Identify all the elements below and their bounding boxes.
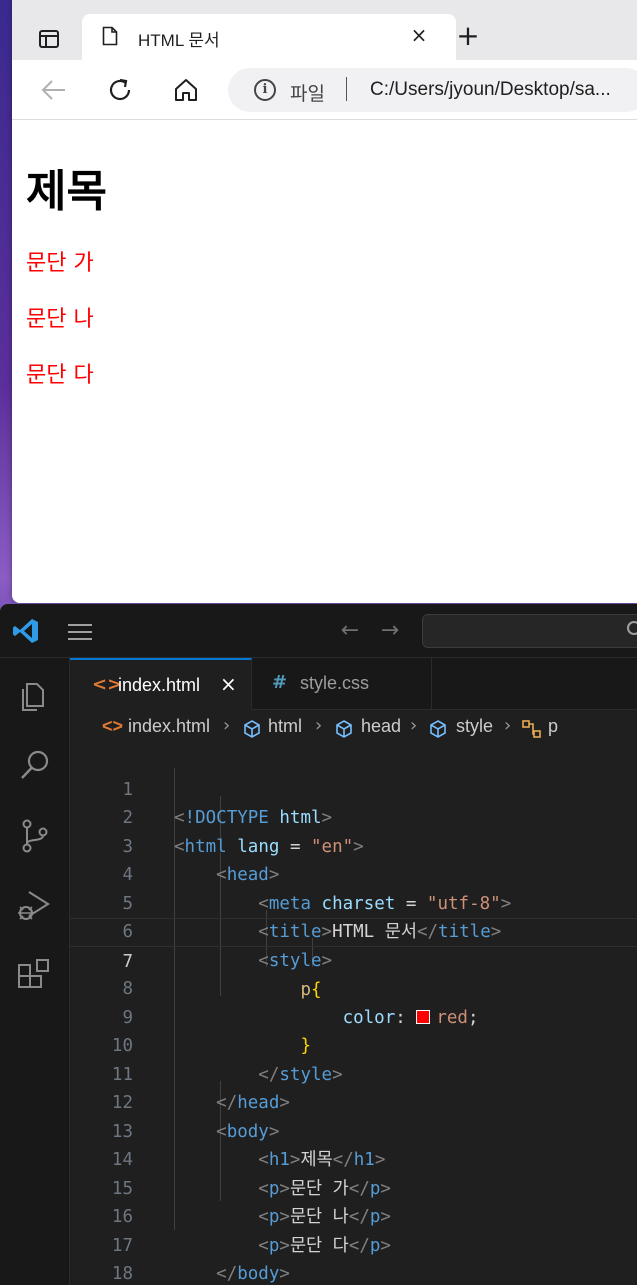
code-line: 16 <p>문단 다</p> [70,1175,637,1256]
browser-toolbar: i 파일 C:/Users/jyoun/Desktop/sa... [12,60,637,120]
home-button[interactable] [170,74,202,106]
css-file-icon: # [272,672,288,693]
page-icon [102,26,118,46]
vscode-window: ← → <> index.html × # style.css <> index… [0,604,637,1285]
browser-tab-active[interactable]: HTML 문서 × [82,14,456,60]
css-rule-icon [522,720,541,738]
code-line-current: 7 p{ [70,918,637,1000]
source-control-icon[interactable] [15,816,55,856]
code-line: 9 } [70,975,637,1057]
element-cube-icon [430,720,446,738]
code-line: 13 <h1>제목</h1> [70,1089,637,1171]
chevron-right-icon: › [223,715,231,736]
chevron-right-icon: › [315,715,323,736]
back-button[interactable] [38,74,70,106]
paragraph-2: 문단 나 [26,307,94,332]
browser-tab-title: HTML 문서 [138,31,220,50]
code-editor[interactable]: 1 <!DOCTYPE html> 2 <html lang = "en"> 3… [70,744,637,1285]
page-viewport: 제목 문단 가 문단 나 문단 다 [12,121,637,603]
explorer-icon[interactable] [15,676,55,716]
back-arrow-icon [41,80,65,100]
code-line: 12 <body> [70,1061,637,1142]
search-view-icon[interactable] [15,746,55,786]
menu-icon[interactable] [68,624,92,640]
close-tab-icon[interactable]: × [408,24,430,46]
close-tab-icon[interactable]: × [220,672,237,696]
code-line: 5 <title>HTML 문서</title> [70,861,637,943]
breadcrumb: <> index.html › html › head › style › p [70,710,637,744]
chevron-right-icon: › [410,715,418,736]
search-icon [627,621,637,635]
browser-tabstrip: HTML 문서 × + [12,0,637,60]
command-center-search[interactable] [422,614,637,648]
code-line: 17 </body> [70,1203,637,1285]
address-url[interactable]: C:/Users/jyoun/Desktop/sa... [370,79,611,101]
nav-forward-icon[interactable]: → [378,620,402,642]
address-separator [346,77,347,101]
code-line: 15 <p>문단 나</p> [70,1146,637,1228]
editor-tabs: <> index.html × # style.css [70,658,637,710]
code-line: 8 color: red; [70,947,637,1028]
vscode-titlebar: ← → [0,604,637,658]
run-debug-icon[interactable] [15,886,55,926]
address-bar[interactable]: i 파일 C:/Users/jyoun/Desktop/sa... [228,68,637,112]
tab-style-css[interactable]: # style.css [252,658,432,710]
line-number: 18 [111,1264,133,1284]
code-line: 14 <p>문단 가</p> [70,1118,637,1199]
extensions-icon[interactable] [15,956,55,996]
home-icon [175,79,197,101]
paragraph-1: 문단 가 [26,251,94,276]
code-token: body [237,1264,280,1284]
tab-label-style-css: style.css [300,673,370,693]
browser-window: HTML 문서 × + i 파일 C:/Users/jyoun/Desktop/ [12,0,637,603]
nav-back-icon[interactable]: ← [338,620,362,642]
vscode-logo-icon [13,619,38,643]
element-cube-icon [244,720,260,738]
tab-actions-icon [39,30,59,48]
breadcrumb-item-head[interactable]: head [361,716,401,737]
code-line: 1 <!DOCTYPE html> [70,747,637,829]
breadcrumb-item-p[interactable]: p [548,716,558,737]
breadcrumb-item-file[interactable]: index.html [128,716,210,737]
tab-label-index-html: index.html [118,675,201,695]
tab-index-html[interactable]: <> index.html × [70,658,252,710]
address-scheme: 파일 [290,83,325,105]
code-line: 6 <style> [70,890,637,971]
chevron-right-icon: › [504,715,512,736]
activity-bar [0,658,70,1285]
html-file-icon: <> [102,716,124,736]
code-line: 4 <meta charset = "utf-8"> [70,833,637,914]
refresh-icon [109,78,131,101]
tab-actions-button[interactable] [30,22,68,56]
breadcrumb-item-style[interactable]: style [456,716,493,737]
code-line: 3 <head> [70,804,637,886]
code-line: 2 <html lang = "en"> [70,776,637,857]
refresh-button[interactable] [104,74,136,106]
breadcrumb-item-html[interactable]: html [268,716,302,737]
info-icon[interactable]: i [254,79,276,101]
element-cube-icon [336,720,352,738]
paragraph-3: 문단 다 [26,363,94,388]
page-heading: 제목 [26,166,107,217]
code-line: 18 </html> [70,1232,637,1284]
code-line: 11 </head> [70,1032,637,1114]
new-tab-button[interactable]: + [454,22,482,50]
code-line: 10 </style> [70,1004,637,1085]
